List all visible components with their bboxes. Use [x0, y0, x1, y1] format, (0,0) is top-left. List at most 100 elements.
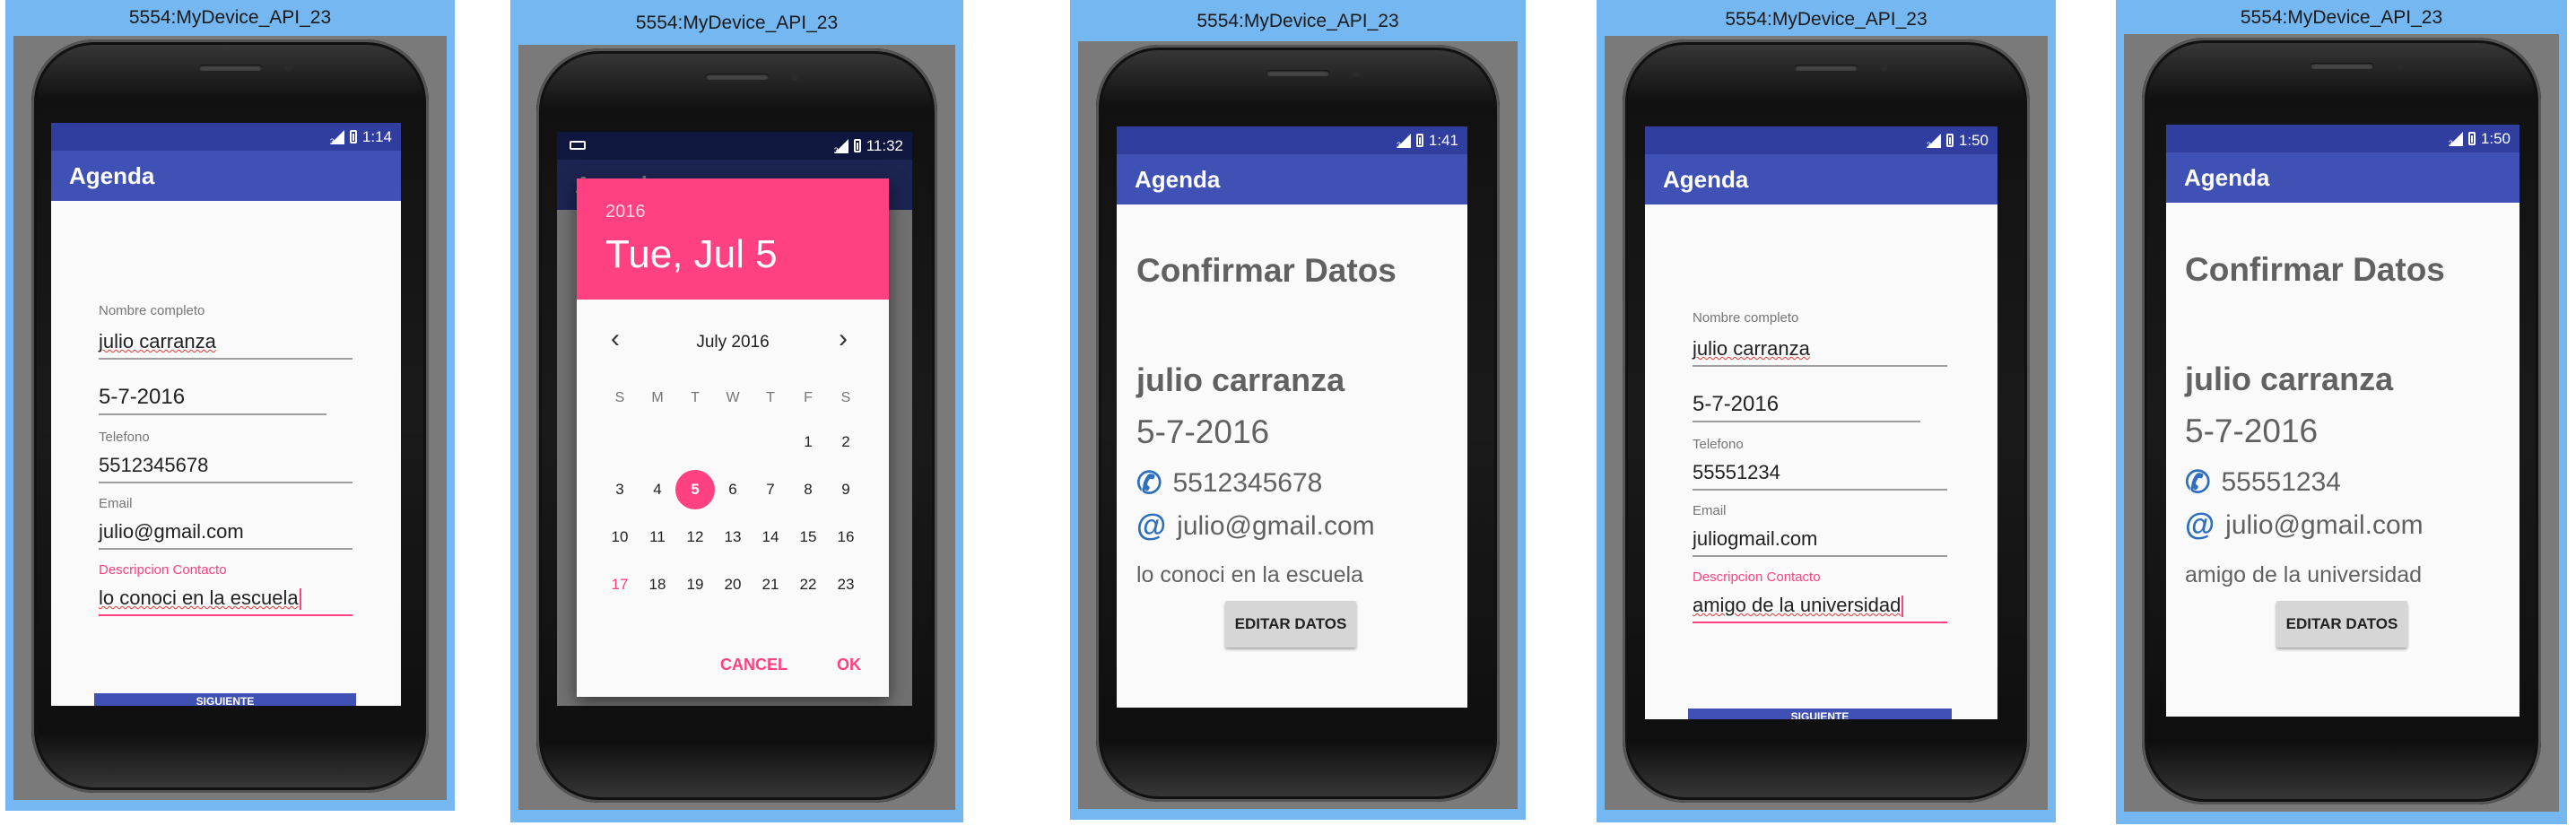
- desc-input[interactable]: lo conoci en la escuela: [99, 587, 301, 611]
- device-screen: 3G 1:41 Agenda Confirmar Datos julio car…: [1117, 126, 1467, 708]
- confirm-email-row: @ julio@gmail.com: [1136, 509, 1375, 543]
- status-bar: 3G 1:41: [1117, 126, 1467, 154]
- date-underline: [1693, 421, 1920, 422]
- calendar-day[interactable]: 6: [713, 470, 753, 509]
- calendar-day[interactable]: 8: [788, 470, 828, 509]
- calendar-day[interactable]: 21: [751, 565, 790, 604]
- name-label: Nombre completo: [1693, 310, 1799, 326]
- emulator-bezel: 3G 1:41 Agenda Confirmar Datos julio car…: [1078, 41, 1518, 809]
- status-time: 1:14: [361, 128, 392, 145]
- calendar-day[interactable]: 18: [638, 565, 677, 604]
- calendar-day[interactable]: 1: [788, 422, 828, 462]
- next-button[interactable]: SIGUIENTE: [94, 693, 356, 706]
- front-camera: [283, 64, 292, 72]
- name-input[interactable]: julio carranza: [99, 330, 216, 353]
- phone-label: Telefono: [99, 430, 150, 445]
- calendar-day[interactable]: 20: [713, 565, 753, 604]
- desc-underline: [99, 614, 352, 616]
- picker-selected-date[interactable]: Tue, Jul 5: [605, 232, 778, 277]
- battery-icon: [1945, 134, 1954, 147]
- calendar-day[interactable]: 10: [600, 517, 640, 557]
- device-screen: 3G 11:32 Agenda 2016 Tue, Jul 5 ‹ July 2…: [557, 132, 912, 706]
- calendar-day[interactable]: 14: [751, 517, 790, 557]
- picker-year[interactable]: 2016: [605, 202, 646, 222]
- phone-input[interactable]: 5512345678: [99, 454, 208, 477]
- emulator-window-2: 5554:MyDevice_API_23 3G 11:32 Agenda 201…: [510, 0, 963, 822]
- chevron-right-icon[interactable]: ›: [839, 326, 848, 352]
- date-picker-dialog: 2016 Tue, Jul 5 ‹ July 2016 › SMTWTFS 12…: [577, 178, 889, 697]
- signal-icon: 3G: [1926, 133, 1941, 150]
- weekday-label: S: [614, 390, 625, 405]
- emulator-bezel: 3G 1:50 Agenda Confirmar Datos julio car…: [2124, 34, 2559, 812]
- date-input[interactable]: 5-7-2016: [1693, 392, 1779, 417]
- calendar-day[interactable]: 2: [826, 422, 866, 462]
- calendar-day[interactable]: 7: [751, 470, 790, 509]
- text-caret: [299, 588, 301, 611]
- desc-input[interactable]: amigo de la universidad: [1693, 594, 1904, 618]
- weekday-label: T: [691, 390, 700, 405]
- email-input[interactable]: juliogmail.com: [1693, 527, 1817, 551]
- window-title: 5554:MyDevice_API_23: [128, 7, 332, 28]
- app-bar-title: Agenda: [1117, 154, 1467, 204]
- phone-underline: [1693, 489, 1947, 491]
- app-bar-title: Agenda: [1645, 154, 1997, 204]
- name-underline: [99, 358, 352, 360]
- edit-button[interactable]: EDITAR DATOS: [1225, 601, 1356, 648]
- status-bar: 3G 1:50: [1645, 126, 1997, 154]
- confirm-phone-row: ✆ 5512345678: [1136, 465, 1322, 501]
- calendar-day[interactable]: 19: [675, 565, 715, 604]
- emulator-bezel: 3G 1:14 Agenda Nombre completo julio car…: [13, 36, 447, 800]
- name-underline: [1693, 365, 1947, 367]
- weekday-label: F: [804, 390, 813, 405]
- calendar-day[interactable]: 15: [788, 517, 828, 557]
- confirm-heading: Confirmar Datos: [2185, 251, 2445, 288]
- cancel-button[interactable]: CANCEL: [720, 656, 788, 674]
- device-screen: 3G 1:14 Agenda Nombre completo julio car…: [51, 123, 401, 706]
- speaker-grille: [2310, 63, 2373, 69]
- window-title: 5554:MyDevice_API_23: [2240, 7, 2443, 28]
- front-camera: [1880, 64, 1888, 72]
- confirm-email: julio@gmail.com: [2225, 509, 2424, 540]
- calendar-day[interactable]: 11: [638, 517, 677, 557]
- ok-button[interactable]: OK: [837, 656, 861, 674]
- next-button[interactable]: SIGUIENTE: [1688, 709, 1952, 719]
- calendar-day[interactable]: 17: [600, 565, 640, 604]
- emulator-window-5: 5554:MyDevice_API_23 3G 1:50 Agenda Conf…: [2116, 0, 2567, 824]
- signal-icon: 3G: [329, 129, 344, 146]
- weekday-label: M: [651, 390, 664, 405]
- text-caret: [1902, 596, 1904, 618]
- app-bar-title: Agenda: [2166, 152, 2519, 203]
- calendar-day[interactable]: 3: [600, 470, 640, 509]
- calendar-day-selected[interactable]: 5: [675, 470, 715, 509]
- date-input[interactable]: 5-7-2016: [99, 385, 185, 410]
- status-time: 1:50: [2480, 130, 2511, 147]
- calendar-day[interactable]: 9: [826, 470, 866, 509]
- device-screen: 3G 1:50 Agenda Nombre completo julio car…: [1645, 126, 1997, 719]
- confirm-desc: lo conoci en la escuela: [1136, 562, 1363, 587]
- signal-icon: 3G: [833, 138, 849, 155]
- calendar-day[interactable]: 12: [675, 517, 715, 557]
- date-underline: [99, 413, 326, 415]
- email-underline: [1693, 555, 1947, 557]
- emulator-bezel: 3G 1:50 Agenda Nombre completo julio car…: [1605, 36, 2048, 810]
- speaker-grille: [1266, 70, 1329, 76]
- at-icon: @: [2185, 508, 2215, 542]
- front-camera: [2395, 62, 2404, 70]
- calendar-day[interactable]: 13: [713, 517, 753, 557]
- calendar-day[interactable]: 16: [826, 517, 866, 557]
- name-input[interactable]: julio carranza: [1693, 337, 1810, 361]
- desc-label: Descripcion Contacto: [1693, 570, 1821, 585]
- weekday-label: T: [766, 390, 775, 405]
- battery-icon: [349, 130, 357, 143]
- calendar-day[interactable]: 4: [638, 470, 677, 509]
- calendar-day[interactable]: 22: [788, 565, 828, 604]
- emulator-bezel: 3G 11:32 Agenda 2016 Tue, Jul 5 ‹ July 2…: [518, 45, 955, 810]
- confirm-email-row: @ julio@gmail.com: [2185, 508, 2424, 543]
- email-input[interactable]: julio@gmail.com: [99, 520, 244, 543]
- weekday-label: S: [840, 390, 851, 405]
- emulator-window-4: 5554:MyDevice_API_23 3G 1:50 Agenda Nomb…: [1597, 0, 2056, 822]
- calendar-day[interactable]: 23: [826, 565, 866, 604]
- window-title: 5554:MyDevice_API_23: [1197, 11, 1399, 31]
- phone-input[interactable]: 55551234: [1693, 461, 1780, 484]
- edit-button[interactable]: EDITAR DATOS: [2276, 601, 2407, 648]
